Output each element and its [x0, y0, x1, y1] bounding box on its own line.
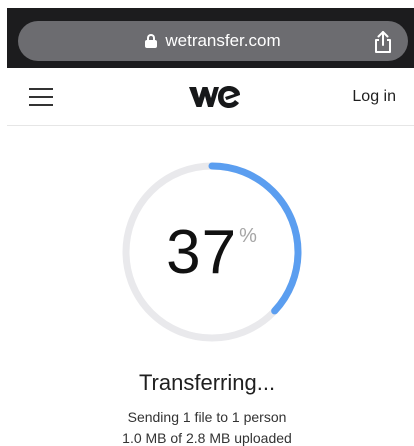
url-text: wetransfer.com: [165, 31, 281, 50]
transfer-size-text: 1.0 MB of 2.8 MB uploaded: [122, 430, 292, 446]
browser-toolbar: wetransfer.com: [7, 8, 414, 68]
lock-icon: [145, 34, 158, 48]
status-strip: [0, 0, 414, 8]
login-link[interactable]: Log in: [352, 88, 396, 106]
transfer-recipients-text: Sending 1 file to 1 person: [127, 409, 287, 425]
site-header: Log in: [7, 70, 414, 126]
transfer-status-title: Transferring...: [138, 370, 276, 395]
progress-ring: 37%: [117, 157, 307, 347]
wetransfer-logo-icon[interactable]: [187, 84, 241, 110]
address-bar[interactable]: wetransfer.com: [18, 21, 408, 61]
progress-percentage: 37%: [166, 218, 258, 287]
percent-sign: %: [239, 225, 258, 247]
menu-icon[interactable]: [29, 88, 53, 106]
share-icon[interactable]: [372, 30, 394, 54]
